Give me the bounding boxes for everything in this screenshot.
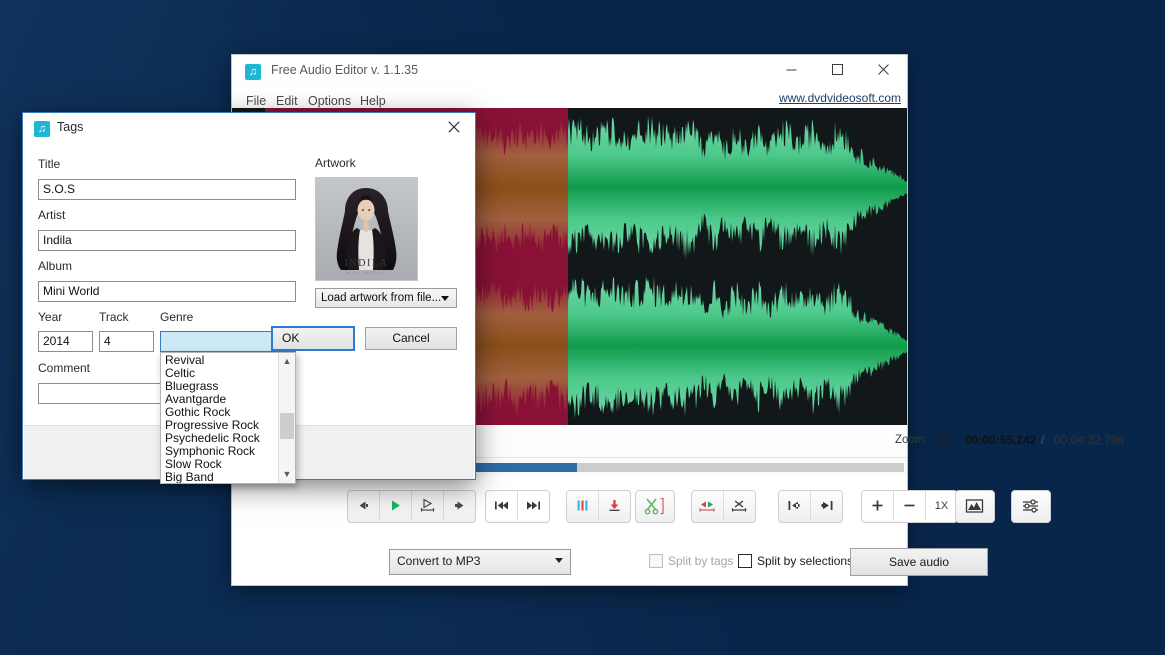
marker-group [566,490,631,523]
split-by-selections-checkbox[interactable]: Split by selections [738,554,853,568]
artwork-thumbnail[interactable]: INDILA MINI WORLD [315,177,418,281]
tags-dialog-close-button[interactable] [433,113,475,143]
comment-label: Comment [38,361,90,375]
close-button[interactable] [860,55,906,87]
region-arrows-button[interactable] [692,491,724,520]
save-audio-button[interactable]: Save audio [850,548,988,576]
music-note-icon: ♫ [245,64,261,80]
title-label: Title [38,157,60,171]
genre-list-scrollbar[interactable]: ▲ ▼ [278,353,295,483]
select-to-end-button[interactable] [811,491,842,520]
output-format-select[interactable]: Convert to MP3 [389,549,571,575]
svg-text:INDILA: INDILA [344,258,388,269]
total-time: 00:04:32.796 [1054,433,1124,447]
app-window-title: Free Audio Editor v. 1.1.35 [271,63,418,77]
album-input[interactable] [38,281,296,302]
genre-dropdown-list[interactable]: RevivalCelticBluegrassAvantgardeGothic R… [160,352,296,484]
split-bars-button[interactable] [567,491,599,520]
genre-scrollbar-thumb[interactable] [280,413,294,439]
scroll-up-icon[interactable]: ▲ [279,353,295,370]
genre-label: Genre [160,310,193,324]
zoom-group: 1X [861,490,958,523]
genre-option[interactable]: Big Band [163,471,278,483]
play-button[interactable] [380,491,412,520]
zoom-reset-button[interactable]: 1X [926,491,957,520]
tags-dialog-title: Tags [57,120,83,134]
select-to-start-button[interactable] [779,491,811,520]
edge-group [778,490,843,523]
website-link[interactable]: www.dvdvideosoft.com [779,91,901,105]
split-by-tags-checkbox[interactable]: Split by tags [649,554,733,568]
skip-previous-icon-button[interactable] [486,491,518,520]
transport-toolbar: 1X [232,479,907,539]
genre-option-container: RevivalCelticBluegrassAvantgardeGothic R… [161,353,278,483]
skip-group [485,490,550,523]
chevron-down-icon [555,558,563,563]
ok-button[interactable]: OK [271,326,355,351]
zoom-in-button[interactable] [862,491,894,520]
fade-group [691,490,756,523]
load-artwork-dropdown[interactable]: Load artwork from file... [315,288,457,308]
zoom-label: Zoom: [895,434,928,446]
checkbox-box[interactable] [649,554,663,568]
step-back-button[interactable] [348,491,380,520]
sliders-button[interactable] [1012,491,1048,520]
view-group [955,490,995,523]
zoom-out-button[interactable] [894,491,926,520]
chevron-down-icon [441,296,449,301]
year-input[interactable] [38,331,93,352]
current-time: 00:00:55.242 [965,433,1036,447]
track-input[interactable] [99,331,154,352]
play-selection-button[interactable] [412,491,444,520]
music-note-icon: ♫ [34,121,50,137]
scroll-down-icon[interactable]: ▼ [279,466,295,483]
scissors-button[interactable] [636,491,672,520]
maximize-button[interactable] [814,55,860,87]
split-by-tags-label: Split by tags [668,554,733,568]
year-label: Year [38,310,62,324]
output-format-value: Convert to MP3 [397,554,480,568]
tags-dialog-title-bar: ♫ Tags [23,113,475,145]
settings-group [1011,490,1051,523]
step-forward-button[interactable] [444,491,475,520]
album-label: Album [38,259,72,273]
artwork-image: INDILA MINI WORLD [316,178,417,280]
skip-next-icon-button[interactable] [518,491,549,520]
checkbox-box[interactable] [738,554,752,568]
bottom-bar: Convert to MP3 Split by tags Split by se… [232,539,907,585]
time-separator: / [1041,433,1044,447]
artwork-label: Artwork [315,156,356,170]
delete-region-button[interactable] [724,491,755,520]
track-label: Track [99,310,129,324]
waveform-view-button[interactable] [956,491,992,520]
artist-input[interactable] [38,230,296,251]
nav-group [347,490,476,523]
svg-text:MINI WORLD: MINI WORLD [347,270,386,275]
load-artwork-label: Load artwork from file... [321,292,441,304]
cancel-button[interactable]: Cancel [365,327,457,350]
marker-down-button[interactable] [599,491,630,520]
zoom-value: 1X [937,434,951,446]
cut-group [635,490,675,523]
app-title-bar: ♫ Free Audio Editor v. 1.1.35 [232,55,907,89]
artist-label: Artist [38,208,65,222]
title-input[interactable] [38,179,296,200]
split-by-selections-label: Split by selections [757,554,853,568]
minimize-button[interactable] [768,55,814,87]
